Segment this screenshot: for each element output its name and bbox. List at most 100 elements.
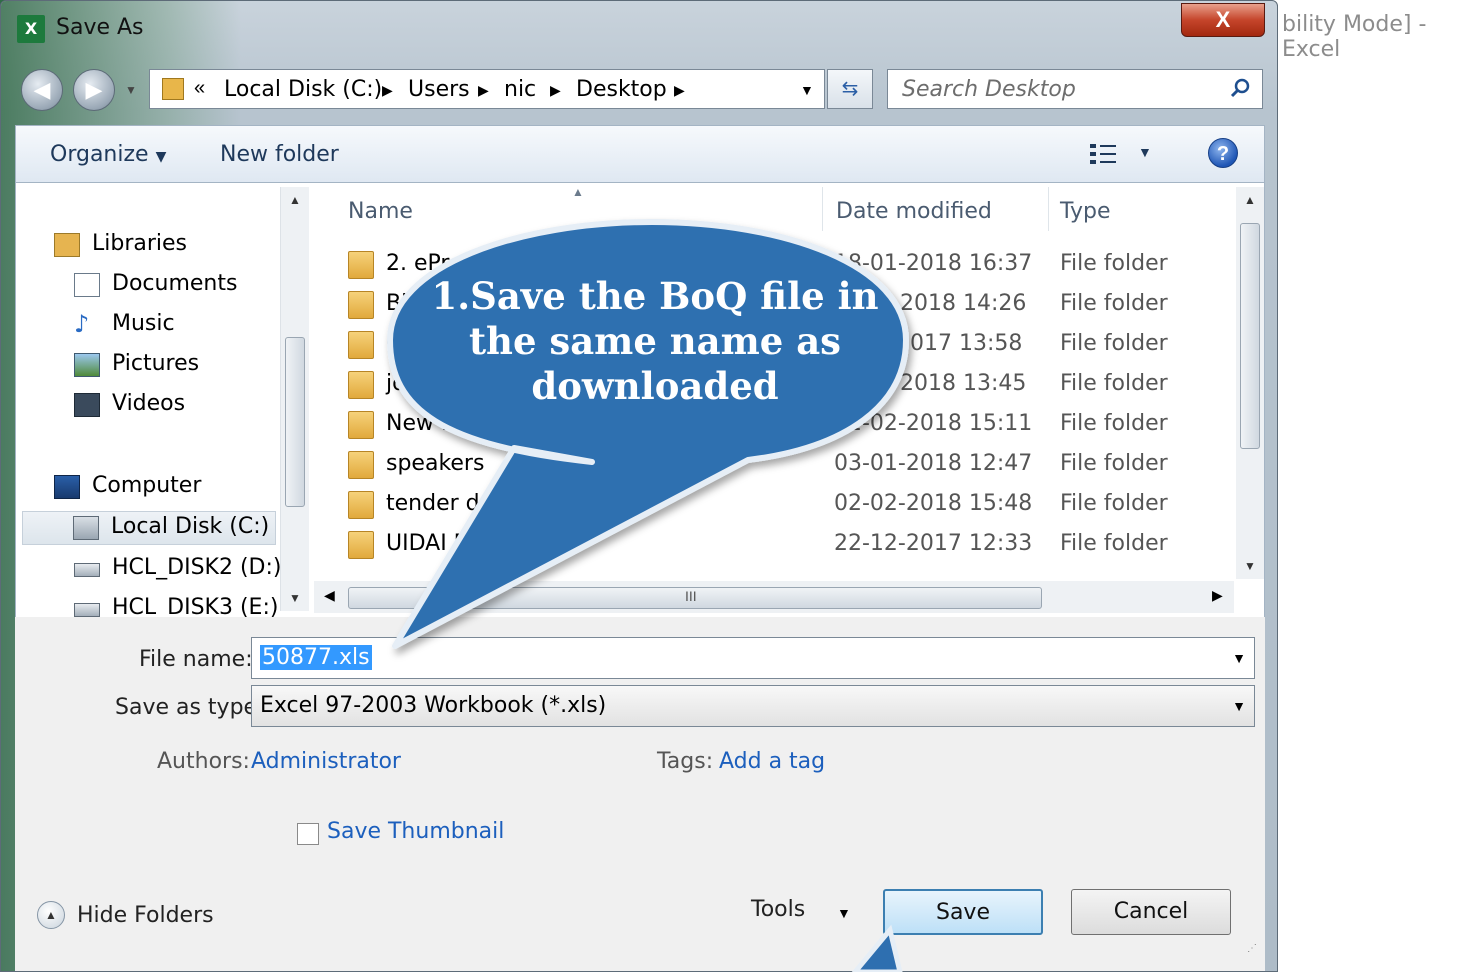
search-icon[interactable]: [1230, 78, 1250, 98]
breadcrumb-local-disk[interactable]: Local Disk (C:): [224, 77, 382, 102]
chevron-down-icon[interactable]: ▼: [1232, 698, 1246, 714]
file-name: New fol: [386, 411, 469, 436]
save-as-dialog: X Save As X ◀ ▶ ▼ « Local Disk (C:) ▶ Us…: [0, 0, 1278, 972]
search-placeholder: Search Desktop: [902, 77, 1076, 102]
file-name: tender d: [386, 491, 480, 516]
view-dropdown-icon[interactable]: ▼: [1138, 144, 1152, 160]
scroll-down-icon[interactable]: ▼: [1244, 559, 1256, 573]
drive-icon: [74, 563, 100, 577]
refresh-button[interactable]: ⇆: [827, 69, 873, 109]
file-list-scrollbar[interactable]: ▲ ▼: [1236, 187, 1264, 579]
save-button[interactable]: Save: [883, 889, 1043, 935]
tools-menu[interactable]: Tools: [751, 897, 805, 922]
nav-item-documents[interactable]: Documents: [74, 269, 274, 303]
file-date: 02-02-2018 15:48: [834, 491, 1033, 516]
breadcrumb-arrow-icon[interactable]: ▶: [550, 82, 561, 99]
nav-scrollbar[interactable]: ▲ ▼: [280, 187, 309, 611]
libraries-icon: [54, 233, 80, 257]
scroll-thumb[interactable]: III: [348, 587, 1042, 609]
scroll-thumb[interactable]: [1240, 223, 1260, 449]
sort-ascending-icon: ▲: [572, 185, 584, 199]
nav-item-videos[interactable]: Videos: [74, 389, 274, 423]
file-type: File folder: [1060, 451, 1168, 476]
breadcrumb-nic[interactable]: nic: [504, 77, 536, 102]
file-type: File folder: [1060, 371, 1168, 396]
save-thumbnail-checkbox[interactable]: [297, 823, 319, 845]
search-input[interactable]: Search Desktop: [887, 69, 1263, 109]
chevron-down-icon[interactable]: ▼: [837, 905, 851, 921]
file-name: speakers: [386, 451, 485, 476]
nav-item-local-disk[interactable]: Local Disk (C:): [22, 511, 276, 545]
computer-icon: [54, 475, 80, 499]
nav-item-pictures[interactable]: Pictures: [74, 349, 274, 383]
folder-icon: [348, 251, 374, 279]
column-header-type[interactable]: Type: [1060, 199, 1111, 224]
nav-item-libraries[interactable]: Libraries: [54, 229, 274, 263]
new-folder-button[interactable]: New folder: [220, 142, 339, 167]
close-button[interactable]: X: [1181, 3, 1265, 37]
scroll-grip: III: [685, 588, 697, 604]
back-button[interactable]: ◀: [21, 69, 63, 111]
navigation-pane: Libraries Documents ♪ Music Pictures Vid…: [16, 183, 312, 617]
nav-item-hcl-disk2[interactable]: HCL_DISK2 (D:): [74, 553, 282, 587]
title-bar: X Save As X: [1, 1, 1277, 59]
file-row[interactable]: tender d 02-02-2018 15:48 File folder: [314, 485, 1234, 525]
resize-grip-icon[interactable]: ⋰: [1247, 943, 1257, 954]
file-name: jdi: [386, 371, 413, 396]
file-row[interactable]: speakers 03-01-2018 12:47 File folder: [314, 445, 1234, 485]
breadcrumb-arrow-icon[interactable]: ▶: [674, 82, 685, 99]
nav-item-computer[interactable]: Computer: [54, 471, 274, 505]
column-divider[interactable]: [822, 187, 823, 231]
breadcrumb-arrow-icon[interactable]: ▶: [382, 82, 393, 99]
scroll-left-icon[interactable]: ◀: [324, 587, 335, 604]
drive-icon: [74, 603, 100, 617]
scroll-thumb[interactable]: [285, 337, 305, 507]
nav-item-label: Libraries: [92, 231, 188, 256]
organize-menu[interactable]: Organize ▼: [50, 142, 166, 167]
view-options-icon[interactable]: [1088, 142, 1118, 166]
nav-item-label: Music: [112, 311, 175, 336]
excel-icon: X: [17, 15, 45, 43]
file-row[interactable]: UIDAI P 22-12-2017 12:33 File folder: [314, 525, 1234, 565]
horizontal-scrollbar[interactable]: ◀ III ▶: [314, 581, 1234, 613]
scroll-right-icon[interactable]: ▶: [1212, 587, 1223, 604]
help-icon[interactable]: ?: [1208, 138, 1238, 168]
callout-line: downloaded: [531, 364, 779, 408]
file-name-field[interactable]: 50877.xls ▼: [251, 637, 1255, 679]
cancel-button[interactable]: Cancel: [1071, 889, 1231, 935]
scroll-down-icon[interactable]: ▼: [289, 591, 301, 605]
save-type-label: Save as type:: [115, 695, 265, 720]
nav-item-label: Documents: [112, 271, 238, 296]
folder-icon: [348, 531, 374, 559]
chevron-down-icon[interactable]: ▼: [1232, 650, 1246, 666]
file-date: 2018 14:26: [900, 291, 1027, 316]
column-header-date[interactable]: Date modified: [836, 199, 992, 224]
videos-icon: [74, 393, 100, 417]
address-bar[interactable]: « Local Disk (C:) ▶ Users ▶ nic ▶ Deskto…: [149, 69, 825, 109]
file-type: File folder: [1060, 531, 1168, 556]
nav-item-label: Local Disk (C:): [111, 514, 270, 539]
save-type-select[interactable]: Excel 97-2003 Workbook (*.xls) ▼: [251, 685, 1255, 727]
breadcrumb-users[interactable]: Users: [408, 77, 470, 102]
file-row[interactable]: New fol 02-02-2018 15:11 File folder: [314, 405, 1234, 445]
nav-item-music[interactable]: ♪ Music: [74, 309, 274, 343]
nav-item-hcl-disk3[interactable]: HCL_DISK3 (E:): [74, 593, 278, 617]
file-type: File folder: [1060, 251, 1168, 276]
save-thumbnail-label[interactable]: Save Thumbnail: [327, 819, 504, 844]
tags-value[interactable]: Add a tag: [719, 749, 825, 774]
scroll-up-icon[interactable]: ▲: [289, 193, 301, 207]
address-dropdown-icon[interactable]: ▼: [800, 82, 814, 98]
forward-button[interactable]: ▶: [73, 69, 115, 111]
breadcrumb-desktop[interactable]: Desktop: [576, 77, 667, 102]
recent-pages-dropdown[interactable]: ▼: [125, 83, 137, 97]
chevron-up-icon: ▲: [37, 901, 65, 929]
file-date: 22-12-2017 12:33: [834, 531, 1033, 556]
column-divider[interactable]: [1048, 187, 1049, 231]
authors-value[interactable]: Administrator: [251, 749, 401, 774]
scroll-up-icon[interactable]: ▲: [1244, 193, 1256, 207]
save-type-value: Excel 97-2003 Workbook (*.xls): [260, 693, 607, 718]
breadcrumb-arrow-icon[interactable]: ▶: [478, 82, 489, 99]
music-icon: ♪: [74, 310, 90, 338]
overflow-chevron[interactable]: «: [194, 77, 205, 100]
column-header-name[interactable]: Name: [348, 199, 413, 224]
